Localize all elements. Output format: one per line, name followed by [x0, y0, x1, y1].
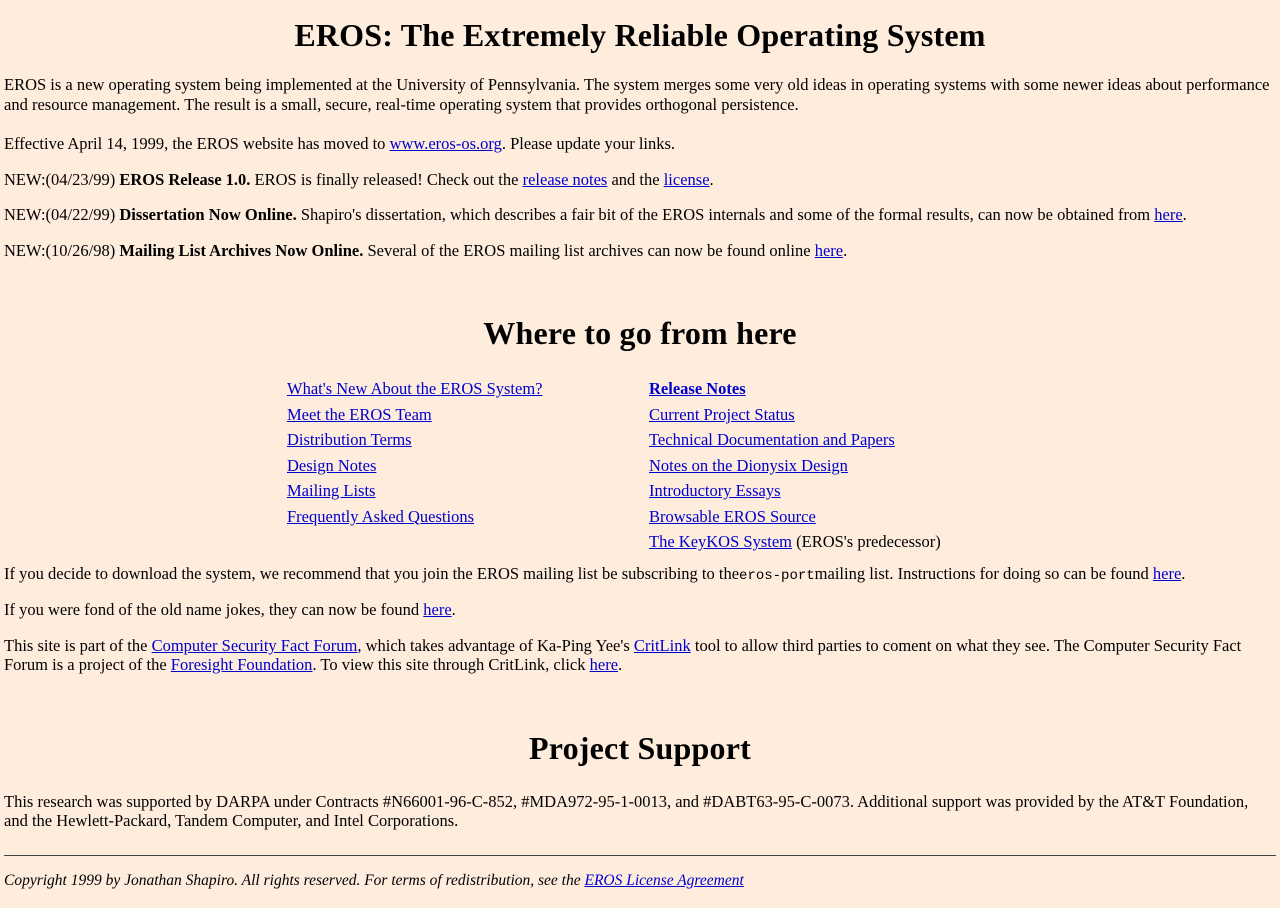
news-body-2: and the [607, 169, 664, 189]
critlink-text-1: This site is part of the [4, 635, 152, 655]
link-row: What's New About the EROS System? [287, 377, 649, 403]
link-row: Introductory Essays [649, 479, 1011, 505]
mailing-archives-here-link[interactable]: here [815, 241, 843, 260]
news-item: NEW:(10/26/98) Mailing List Archives Now… [4, 241, 1276, 260]
news-body-1: Shapiro's dissertation, which describes … [300, 205, 1155, 225]
license-link[interactable]: license [664, 170, 710, 189]
nav-right-link-6[interactable]: The KeyKOS System [649, 532, 792, 551]
link-suffix: (EROS's predecessor) [792, 532, 941, 552]
link-row: Technical Documentation and Papers [649, 428, 1011, 454]
link-row: The KeyKOS System (EROS's predecessor) [649, 530, 1011, 556]
news-headline: Mailing List Archives Now Online. [119, 240, 364, 260]
nav-left-link-5[interactable]: Frequently Asked Questions [287, 507, 474, 526]
eros-license-agreement-link[interactable]: EROS License Agreement [585, 872, 744, 889]
project-support-paragraph: This research was supported by DARPA und… [4, 791, 1249, 831]
mailing-list-here-link[interactable]: here [1153, 564, 1181, 583]
nav-left-link-3[interactable]: Design Notes [287, 456, 376, 475]
critlink-text-5: . [618, 655, 623, 675]
eros-port-listname: eros-port [739, 567, 815, 584]
mailing-list-text-2: mailing list. Instructions for doing so … [814, 563, 1153, 583]
mailing-list-text-3: . [1181, 563, 1186, 583]
name-jokes-text-1: If you were fond of the old name jokes, … [4, 600, 424, 620]
mailing-list-text-1: If you decide to download the system, we… [4, 563, 740, 583]
website-moved-notice: Effective April 14, 1999, the EROS websi… [4, 134, 1276, 153]
navigation-links-table: What's New About the EROS System? Meet th… [4, 377, 1276, 556]
news-body-1: Several of the EROS mailing list archive… [367, 240, 815, 260]
link-row: Notes on the Dionysix Design [649, 454, 1011, 480]
foresight-foundation-link[interactable]: Foresight Foundation [171, 655, 313, 674]
copyright-text: Copyright 1999 by Jonathan Shapiro. All … [4, 871, 585, 889]
links-column-right: Release Notes Current Project Status Techn… [649, 377, 1011, 556]
link-row: Mailing Lists [287, 479, 649, 505]
nav-right-link-1[interactable]: Current Project Status [649, 405, 795, 424]
notice-text-after: . Please update your links. [501, 134, 676, 154]
release-notes-link[interactable]: release notes [523, 170, 608, 189]
nav-right-link-2[interactable]: Technical Documentation and Papers [649, 430, 895, 449]
link-row: Meet the EROS Team [287, 403, 649, 429]
project-support-title: Project Support [529, 729, 751, 766]
links-column-left: What's New About the EROS System? Meet th… [287, 377, 649, 556]
eros-os-org-link[interactable]: www.eros-os.org [390, 134, 502, 153]
page-container: EROS: The Extremely Reliable Operating S… [0, 17, 1280, 890]
nav-right-link-5[interactable]: Browsable EROS Source [649, 507, 816, 526]
critlink-tool-link[interactable]: CritLink [634, 636, 691, 655]
news-body-3: . [709, 169, 714, 189]
news-body-2: . [843, 240, 848, 260]
news-item: NEW:(04/22/99) Dissertation Now Online. … [4, 205, 1276, 224]
intro-paragraph: EROS is a new operating system being imp… [4, 75, 1270, 114]
link-row: Browsable EROS Source [649, 505, 1011, 531]
nav-right-link-4[interactable]: Introductory Essays [649, 481, 781, 500]
where-to-go-title: Where to go from here [483, 315, 797, 351]
notice-text-before: Effective April 14, 1999, the EROS websi… [4, 134, 390, 154]
nav-left-link-0[interactable]: What's New About the EROS System? [287, 379, 543, 398]
link-row: Design Notes [287, 454, 649, 480]
nav-left-link-1[interactable]: Meet the EROS Team [287, 405, 432, 424]
page-title: EROS: The Extremely Reliable Operating S… [294, 17, 986, 53]
dissertation-here-link[interactable]: here [1154, 205, 1182, 224]
computer-security-fact-forum-link[interactable]: Computer Security Fact Forum [152, 636, 358, 655]
news-headline: EROS Release 1.0. [119, 169, 251, 189]
name-jokes-text-2: . [451, 600, 456, 620]
critlink-here-link[interactable]: here [590, 655, 618, 674]
footer-divider [4, 854, 1276, 856]
mailing-list-paragraph: If you decide to download the system, we… [4, 564, 1276, 585]
news-headline: Dissertation Now Online. [119, 205, 297, 225]
critlink-text-4: . To view this site through CritLink, cl… [312, 655, 590, 675]
news-body-1: EROS is finally released! Check out the [254, 169, 523, 189]
nav-right-link-0[interactable]: Release Notes [649, 379, 746, 398]
news-date-prefix: NEW:(04/23/99) [4, 169, 116, 189]
critlink-paragraph: This site is part of the Computer Securi… [4, 636, 1276, 675]
news-date-prefix: NEW:(04/22/99) [4, 205, 116, 225]
link-row: Current Project Status [649, 403, 1011, 429]
link-row: Distribution Terms [287, 428, 649, 454]
link-row: Release Notes [649, 377, 1011, 403]
name-jokes-here-link[interactable]: here [423, 600, 451, 619]
news-item: NEW:(04/23/99) EROS Release 1.0. EROS is… [4, 170, 1276, 189]
news-date-prefix: NEW:(10/26/98) [4, 240, 116, 260]
news-list: NEW:(04/23/99) EROS Release 1.0. EROS is… [4, 170, 1276, 260]
nav-left-link-2[interactable]: Distribution Terms [287, 430, 412, 449]
copyright-footer: Copyright 1999 by Jonathan Shapiro. All … [4, 872, 1276, 890]
nav-left-link-4[interactable]: Mailing Lists [287, 481, 375, 500]
nav-right-link-3[interactable]: Notes on the Dionysix Design [649, 456, 848, 475]
link-row: Frequently Asked Questions [287, 505, 649, 531]
critlink-text-2: , which takes advantage of Ka-Ping Yee's [357, 635, 634, 655]
name-jokes-paragraph: If you were fond of the old name jokes, … [4, 600, 1276, 619]
news-body-2: . [1182, 205, 1187, 225]
